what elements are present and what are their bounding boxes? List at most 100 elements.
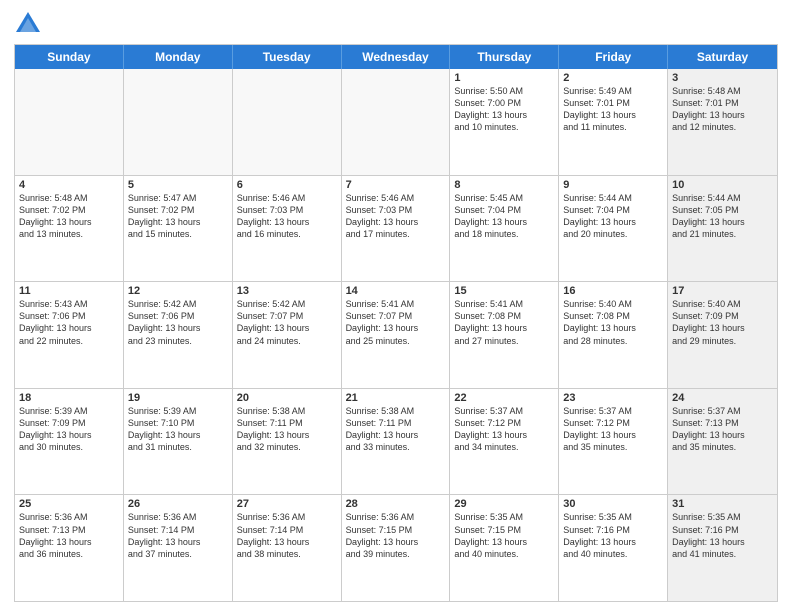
cell-line: Sunset: 7:06 PM: [128, 310, 228, 322]
cell-line: Sunrise: 5:35 AM: [454, 511, 554, 523]
cell-line: Sunset: 7:02 PM: [128, 204, 228, 216]
cal-cell-4-1: 18Sunrise: 5:39 AMSunset: 7:09 PMDayligh…: [15, 389, 124, 495]
cell-line: Sunset: 7:04 PM: [563, 204, 663, 216]
cell-line: Sunrise: 5:46 AM: [346, 192, 446, 204]
calendar-header: SundayMondayTuesdayWednesdayThursdayFrid…: [15, 45, 777, 69]
cell-line: and 10 minutes.: [454, 121, 554, 133]
cal-header-day-monday: Monday: [124, 45, 233, 69]
cell-line: Sunset: 7:13 PM: [19, 524, 119, 536]
cal-week-4: 18Sunrise: 5:39 AMSunset: 7:09 PMDayligh…: [15, 389, 777, 496]
cell-line: Sunset: 7:15 PM: [454, 524, 554, 536]
cell-line: and 31 minutes.: [128, 441, 228, 453]
cal-cell-4-4: 21Sunrise: 5:38 AMSunset: 7:11 PMDayligh…: [342, 389, 451, 495]
day-number: 2: [563, 72, 663, 84]
cal-cell-3-1: 11Sunrise: 5:43 AMSunset: 7:06 PMDayligh…: [15, 282, 124, 388]
cell-line: Daylight: 13 hours: [454, 536, 554, 548]
cell-line: and 21 minutes.: [672, 228, 773, 240]
day-number: 24: [672, 392, 773, 404]
cal-week-1: 1Sunrise: 5:50 AMSunset: 7:00 PMDaylight…: [15, 69, 777, 176]
cell-line: Sunset: 7:08 PM: [563, 310, 663, 322]
cal-cell-3-2: 12Sunrise: 5:42 AMSunset: 7:06 PMDayligh…: [124, 282, 233, 388]
cal-header-day-saturday: Saturday: [668, 45, 777, 69]
cell-line: Daylight: 13 hours: [19, 536, 119, 548]
cell-line: and 37 minutes.: [128, 548, 228, 560]
day-number: 17: [672, 285, 773, 297]
cell-line: and 20 minutes.: [563, 228, 663, 240]
cell-line: Sunset: 7:09 PM: [672, 310, 773, 322]
cell-line: Daylight: 13 hours: [454, 429, 554, 441]
cell-line: and 28 minutes.: [563, 335, 663, 347]
cal-cell-1-7: 3Sunrise: 5:48 AMSunset: 7:01 PMDaylight…: [668, 69, 777, 175]
cal-cell-5-1: 25Sunrise: 5:36 AMSunset: 7:13 PMDayligh…: [15, 495, 124, 601]
cell-line: and 13 minutes.: [19, 228, 119, 240]
cal-header-day-thursday: Thursday: [450, 45, 559, 69]
day-number: 19: [128, 392, 228, 404]
cell-line: Sunset: 7:09 PM: [19, 417, 119, 429]
cell-line: Sunrise: 5:42 AM: [237, 298, 337, 310]
cal-header-day-friday: Friday: [559, 45, 668, 69]
cell-line: Sunset: 7:02 PM: [19, 204, 119, 216]
cell-line: Sunrise: 5:41 AM: [346, 298, 446, 310]
day-number: 8: [454, 179, 554, 191]
cell-line: Sunrise: 5:36 AM: [19, 511, 119, 523]
cell-line: Daylight: 13 hours: [454, 216, 554, 228]
cell-line: Sunrise: 5:44 AM: [672, 192, 773, 204]
cal-cell-1-6: 2Sunrise: 5:49 AMSunset: 7:01 PMDaylight…: [559, 69, 668, 175]
cell-line: Daylight: 13 hours: [237, 322, 337, 334]
logo: [14, 10, 46, 38]
cell-line: Sunrise: 5:37 AM: [672, 405, 773, 417]
cell-line: Daylight: 13 hours: [672, 536, 773, 548]
cal-cell-2-3: 6Sunrise: 5:46 AMSunset: 7:03 PMDaylight…: [233, 176, 342, 282]
cell-line: Sunrise: 5:45 AM: [454, 192, 554, 204]
cell-line: Daylight: 13 hours: [237, 429, 337, 441]
cell-line: Daylight: 13 hours: [128, 536, 228, 548]
cal-cell-5-7: 31Sunrise: 5:35 AMSunset: 7:16 PMDayligh…: [668, 495, 777, 601]
cell-line: Daylight: 13 hours: [237, 536, 337, 548]
cell-line: Daylight: 13 hours: [19, 429, 119, 441]
day-number: 23: [563, 392, 663, 404]
cell-line: and 41 minutes.: [672, 548, 773, 560]
cell-line: Sunrise: 5:43 AM: [19, 298, 119, 310]
cal-cell-5-6: 30Sunrise: 5:35 AMSunset: 7:16 PMDayligh…: [559, 495, 668, 601]
cell-line: Sunrise: 5:38 AM: [237, 405, 337, 417]
cell-line: Sunrise: 5:35 AM: [672, 511, 773, 523]
cell-line: and 32 minutes.: [237, 441, 337, 453]
cal-cell-2-5: 8Sunrise: 5:45 AMSunset: 7:04 PMDaylight…: [450, 176, 559, 282]
cal-cell-1-4: [342, 69, 451, 175]
day-number: 14: [346, 285, 446, 297]
cell-line: Sunrise: 5:47 AM: [128, 192, 228, 204]
cell-line: Sunrise: 5:39 AM: [128, 405, 228, 417]
cell-line: Sunset: 7:06 PM: [19, 310, 119, 322]
cal-cell-3-7: 17Sunrise: 5:40 AMSunset: 7:09 PMDayligh…: [668, 282, 777, 388]
cal-cell-5-3: 27Sunrise: 5:36 AMSunset: 7:14 PMDayligh…: [233, 495, 342, 601]
cell-line: Sunset: 7:15 PM: [346, 524, 446, 536]
cal-cell-5-2: 26Sunrise: 5:36 AMSunset: 7:14 PMDayligh…: [124, 495, 233, 601]
cal-cell-2-2: 5Sunrise: 5:47 AMSunset: 7:02 PMDaylight…: [124, 176, 233, 282]
day-number: 6: [237, 179, 337, 191]
cal-header-day-tuesday: Tuesday: [233, 45, 342, 69]
day-number: 16: [563, 285, 663, 297]
cell-line: and 25 minutes.: [346, 335, 446, 347]
day-number: 1: [454, 72, 554, 84]
cell-line: and 29 minutes.: [672, 335, 773, 347]
cal-week-5: 25Sunrise: 5:36 AMSunset: 7:13 PMDayligh…: [15, 495, 777, 601]
cell-line: and 35 minutes.: [672, 441, 773, 453]
day-number: 20: [237, 392, 337, 404]
cell-line: Sunset: 7:01 PM: [563, 97, 663, 109]
cell-line: and 38 minutes.: [237, 548, 337, 560]
day-number: 3: [672, 72, 773, 84]
day-number: 29: [454, 498, 554, 510]
cell-line: Daylight: 13 hours: [563, 322, 663, 334]
day-number: 22: [454, 392, 554, 404]
cell-line: Daylight: 13 hours: [346, 536, 446, 548]
calendar-body: 1Sunrise: 5:50 AMSunset: 7:00 PMDaylight…: [15, 69, 777, 601]
cal-cell-4-6: 23Sunrise: 5:37 AMSunset: 7:12 PMDayligh…: [559, 389, 668, 495]
day-number: 12: [128, 285, 228, 297]
cell-line: Daylight: 13 hours: [563, 216, 663, 228]
logo-icon: [14, 10, 42, 38]
cell-line: Daylight: 13 hours: [563, 429, 663, 441]
cell-line: Sunrise: 5:48 AM: [672, 85, 773, 97]
cell-line: and 35 minutes.: [563, 441, 663, 453]
cell-line: Sunrise: 5:48 AM: [19, 192, 119, 204]
day-number: 11: [19, 285, 119, 297]
